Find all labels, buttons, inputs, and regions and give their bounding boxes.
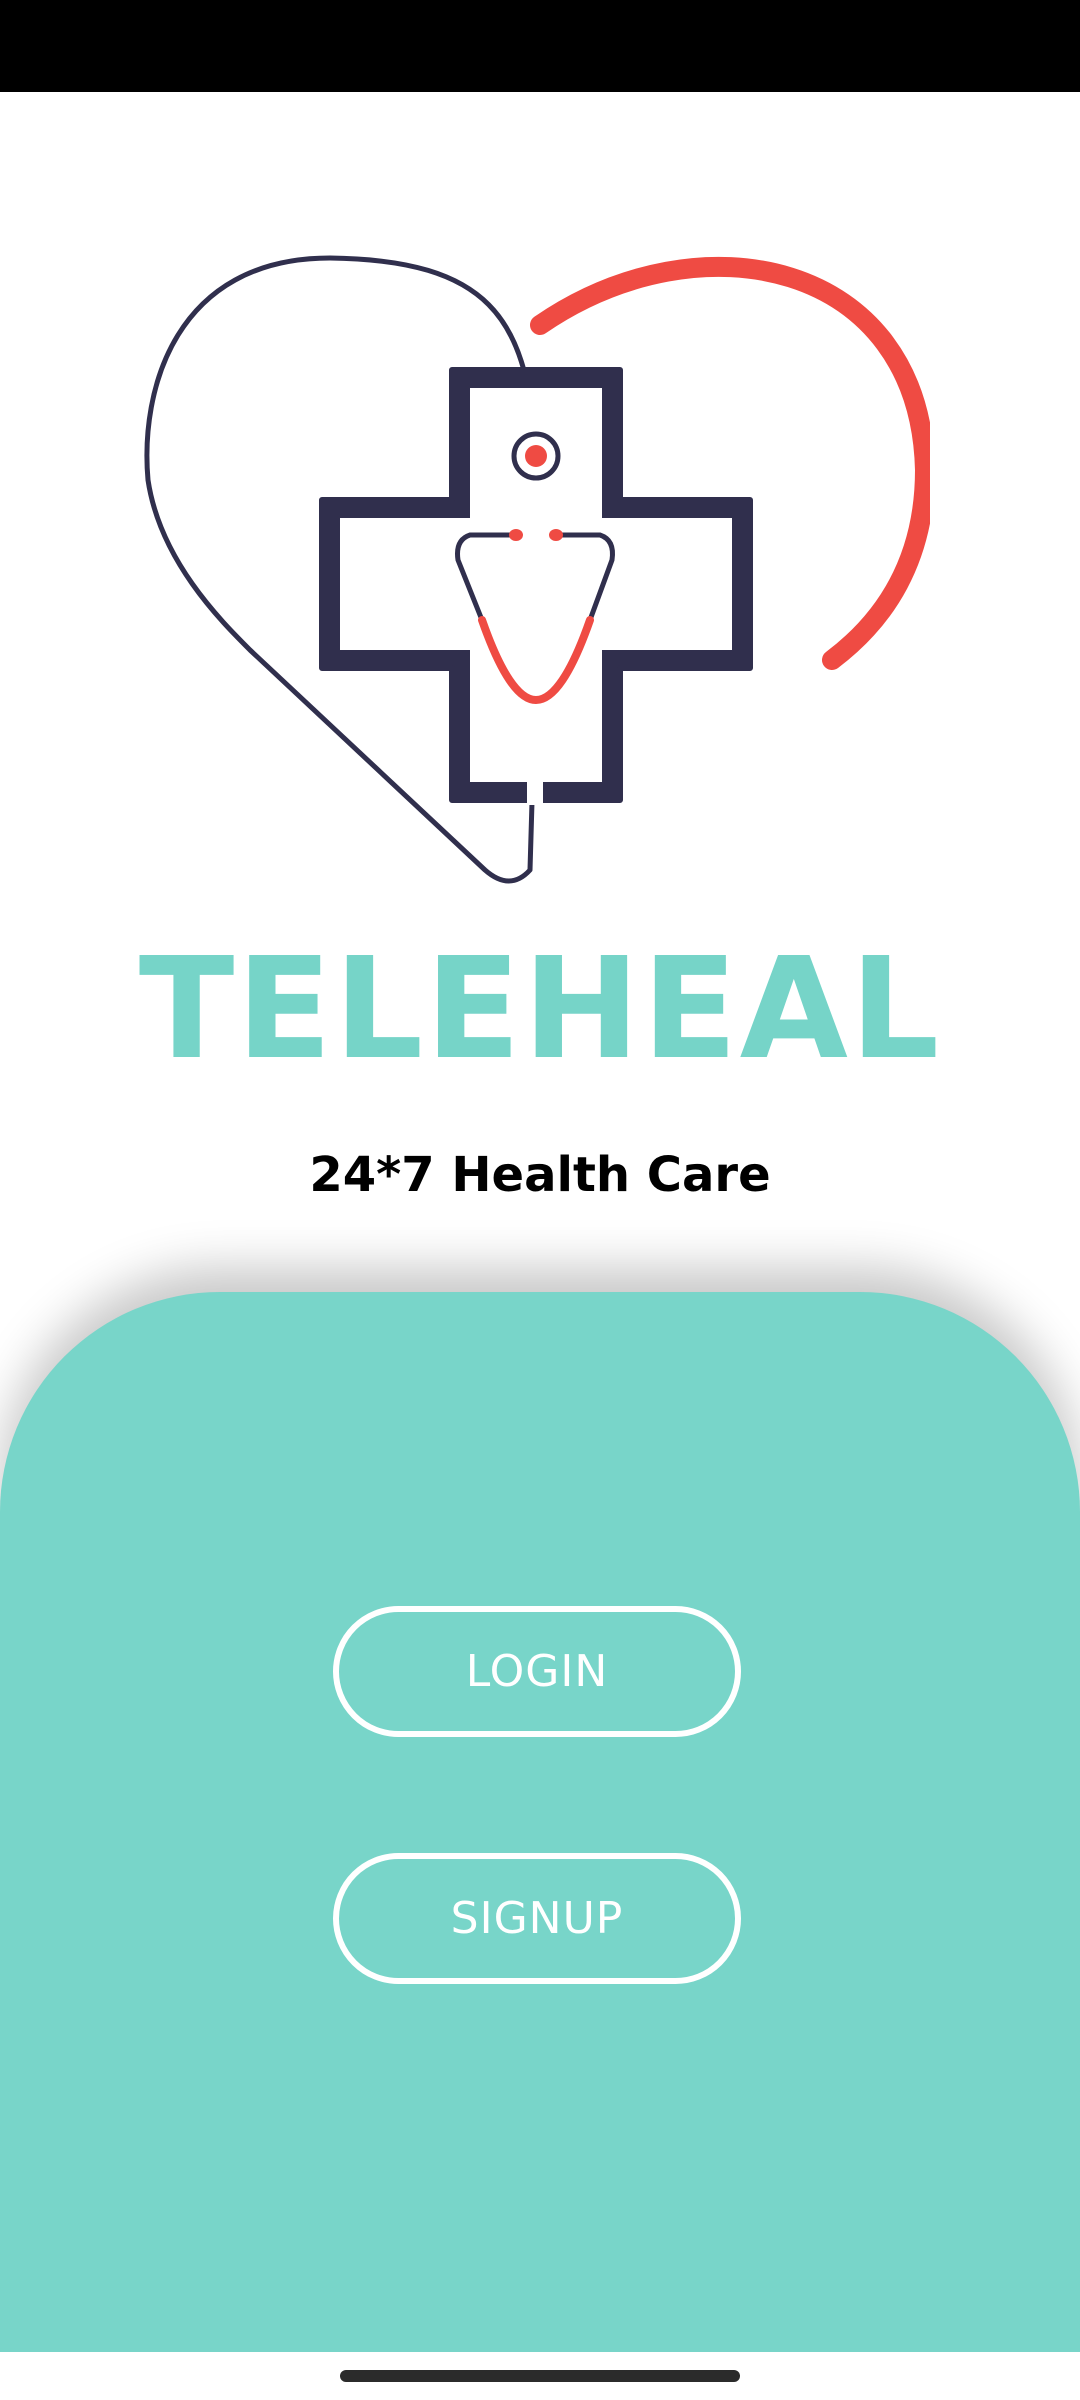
home-indicator[interactable]: [340, 2370, 740, 2382]
app-tagline: 24*7 Health Care: [309, 1147, 771, 1203]
auth-panel: [0, 1292, 1080, 2352]
welcome-screen: TELEHEAL 24*7 Health Care LOGIN SIGNUP: [0, 0, 1080, 2400]
teleheal-logo-icon: [144, 255, 930, 884]
status-bar: [0, 0, 1080, 92]
signup-button[interactable]: SIGNUP: [333, 1853, 741, 1984]
app-title: TELEHEAL: [138, 928, 942, 1091]
login-button[interactable]: LOGIN: [333, 1606, 741, 1737]
